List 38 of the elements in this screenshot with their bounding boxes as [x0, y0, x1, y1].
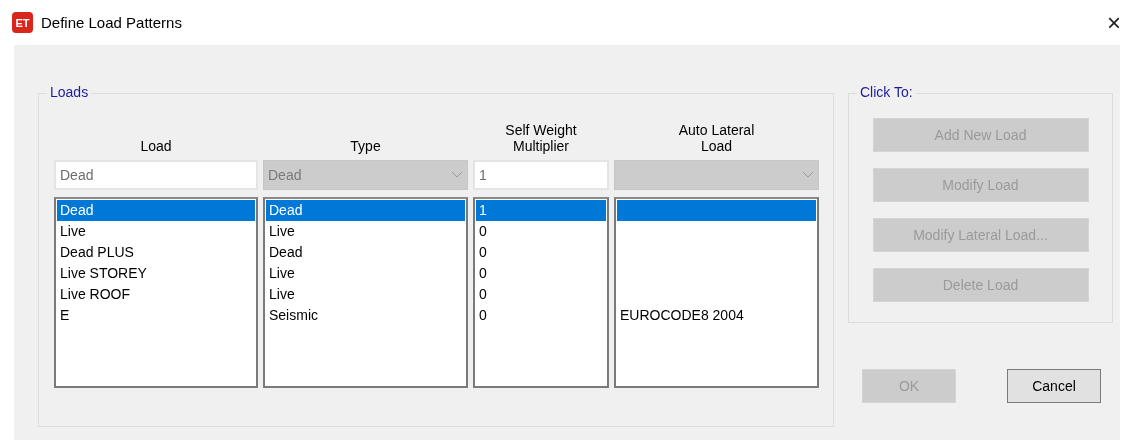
list-item[interactable]: Dead: [57, 200, 255, 221]
list-item[interactable]: 1: [476, 200, 606, 221]
app-logo-icon: ET: [12, 12, 33, 33]
chevron-down-icon: [451, 171, 463, 179]
list-item[interactable]: 0: [476, 221, 606, 242]
list-item[interactable]: Live STOREY: [57, 263, 255, 284]
group-title: Loads: [47, 84, 92, 100]
column-header: Auto Lateral Load: [677, 122, 756, 154]
dialog-button[interactable]: Cancel: [1007, 369, 1101, 403]
list-box[interactable]: 1 0 0 0 0 0: [473, 197, 609, 388]
input-field[interactable]: Dead: [54, 160, 258, 190]
list-item[interactable]: 0: [476, 284, 606, 305]
column-header: Type: [350, 138, 381, 154]
list-item[interactable]: 0: [476, 263, 606, 284]
list-item[interactable]: Dead: [266, 200, 465, 221]
list-item[interactable]: Dead: [266, 242, 465, 263]
column-header: Self Weight Multiplier: [504, 122, 578, 154]
list-box[interactable]: Dead Live Dead PLUS Live STOREY Live ROOF E: [54, 197, 258, 388]
window-title: Define Load Patterns: [41, 14, 183, 31]
list-item[interactable]: Live ROOF: [57, 284, 255, 305]
group-title: Click To:: [857, 84, 916, 100]
chevron-down-icon: [802, 171, 814, 179]
close-button[interactable]: ×: [1107, 10, 1121, 35]
list-item[interactable]: Dead PLUS: [57, 242, 255, 263]
list-item[interactable]: Seismic: [266, 305, 465, 326]
list-item[interactable]: Live: [266, 221, 465, 242]
list-item[interactable]: Live: [266, 263, 465, 284]
selection-highlight[interactable]: [617, 200, 816, 221]
list-item[interactable]: Live: [57, 221, 255, 242]
list-item[interactable]: E: [57, 305, 255, 326]
list-box[interactable]: Dead Live Dead Live Live Seismic: [263, 197, 468, 388]
list-item[interactable]: 0: [476, 305, 606, 326]
list-box[interactable]: EUROCODE8 2004: [614, 197, 819, 388]
list-item[interactable]: 0: [476, 242, 606, 263]
column-header: Load: [140, 138, 172, 154]
list-item[interactable]: Live: [266, 284, 465, 305]
input-field[interactable]: 1: [473, 160, 609, 190]
list-item[interactable]: EUROCODE8 2004: [617, 305, 816, 326]
